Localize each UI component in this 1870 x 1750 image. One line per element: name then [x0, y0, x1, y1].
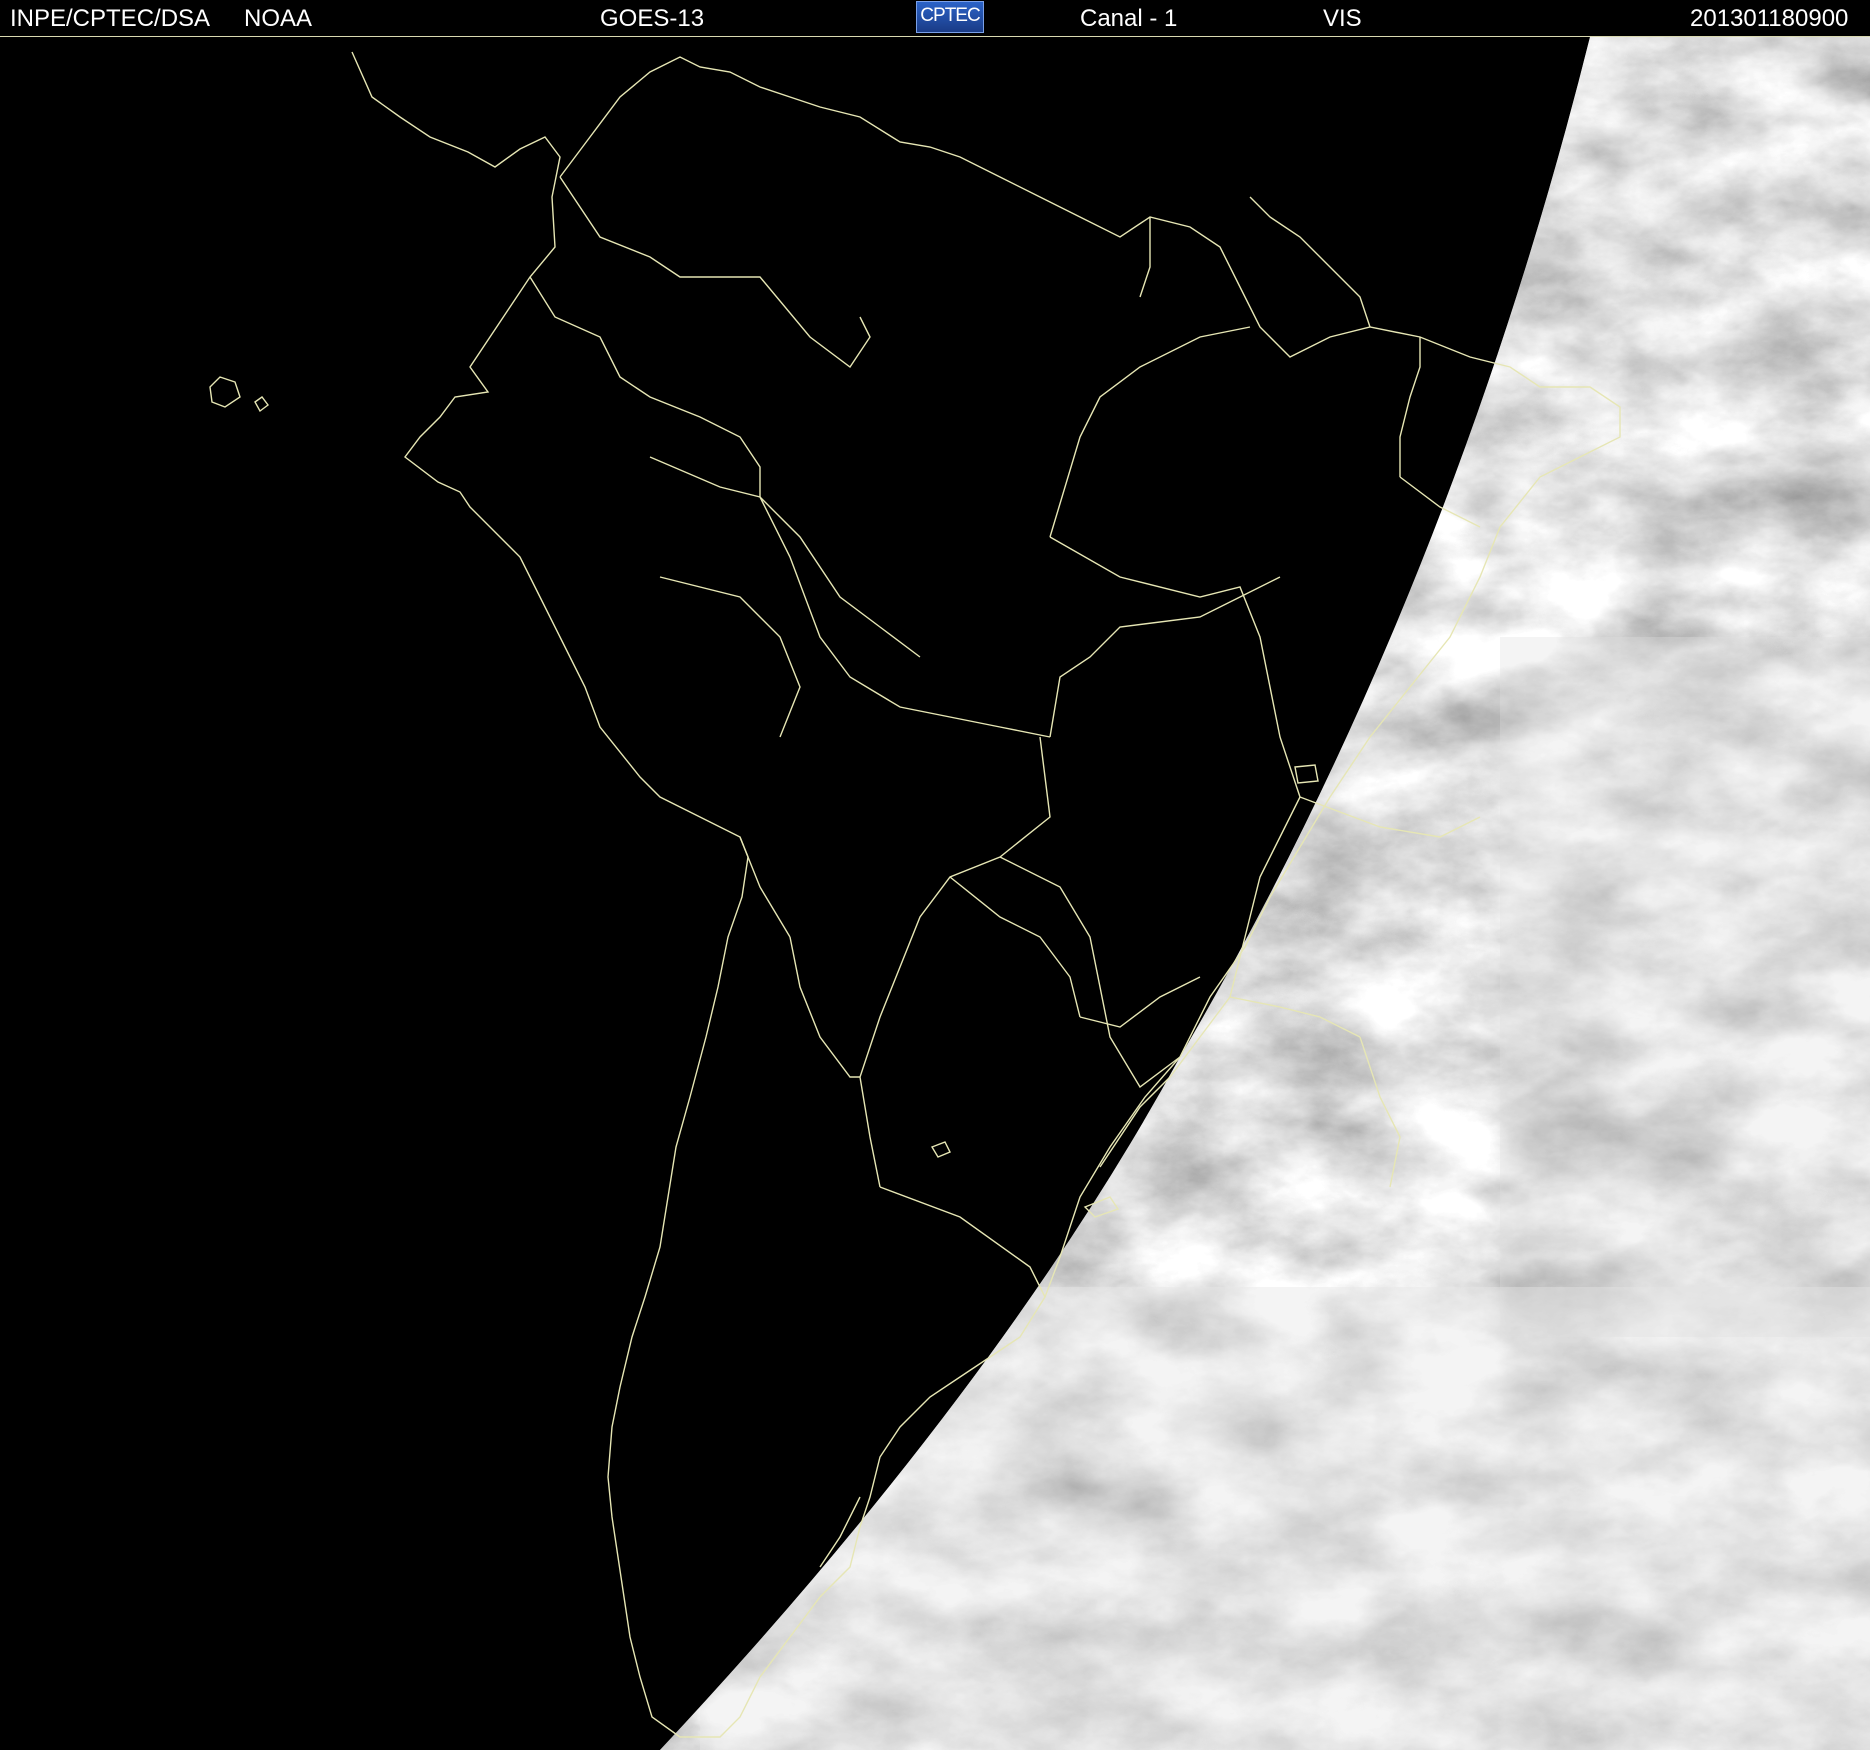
provider-label: NOAA: [244, 5, 313, 32]
band-label: VIS: [1323, 5, 1362, 32]
satellite-image: [0, 37, 1870, 1750]
cptec-logo: CPTEC: [916, 1, 984, 33]
image-header: INPE/CPTEC/DSA NOAA GOES-13 CPTEC Canal …: [0, 0, 1870, 37]
channel-label: Canal - 1: [1080, 5, 1178, 32]
satellite-label: GOES-13: [600, 5, 705, 32]
agency-label: INPE/CPTEC/DSA: [10, 5, 211, 32]
timestamp-label: 201301180900: [1690, 5, 1849, 32]
